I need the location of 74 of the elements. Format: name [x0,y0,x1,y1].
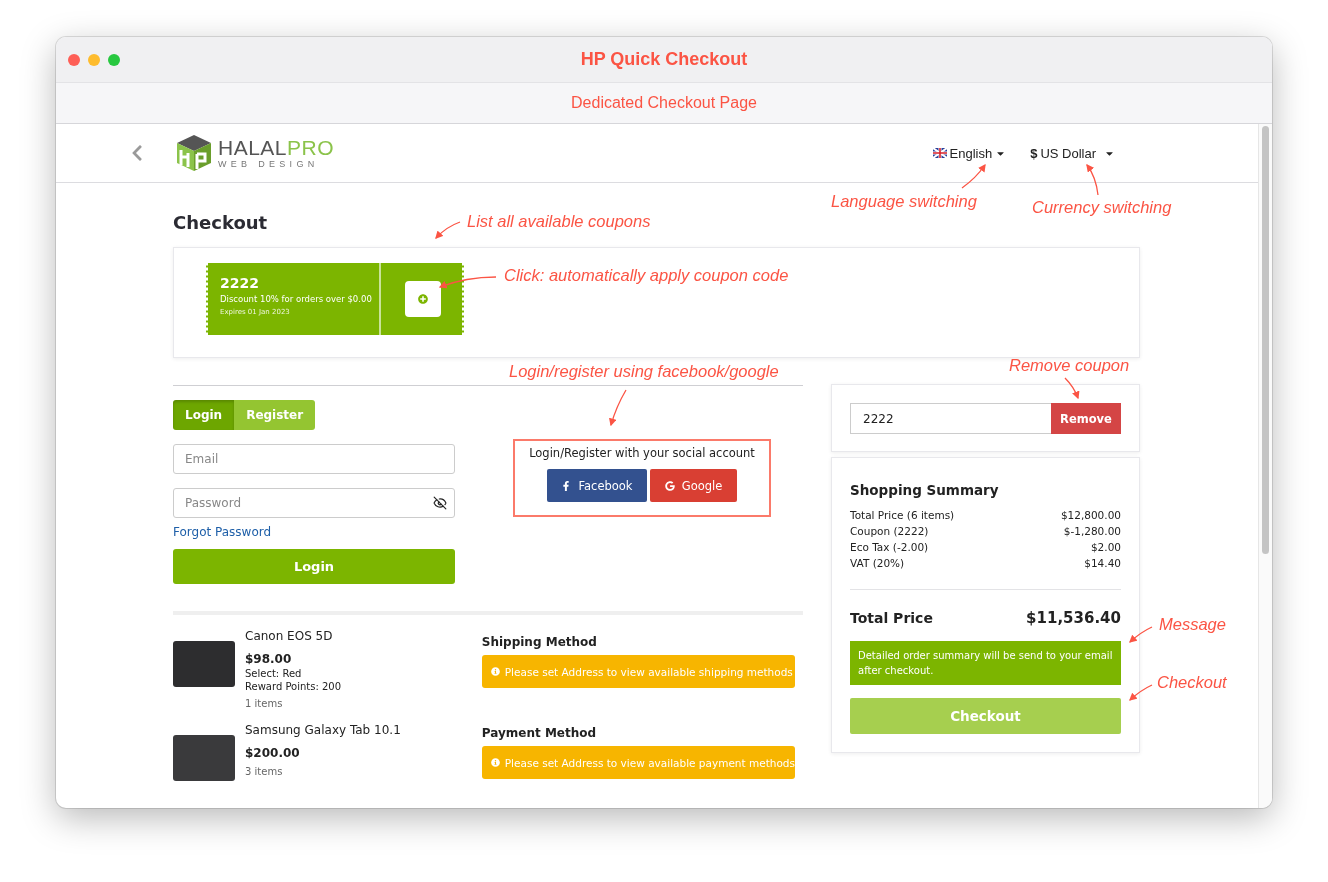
email-field[interactable]: Email [173,444,455,474]
summary-value: $14.40 [1084,557,1121,569]
social-login-prompt: Login/Register with your social account [529,446,755,460]
product-option: Reward Points: 200 [245,681,342,692]
eye-off-icon[interactable] [433,496,447,510]
flag-icon [932,148,947,158]
auth-tab[interactable]: Login [173,400,235,430]
plus-icon [417,294,428,304]
summary-label: VAT (20%) [850,557,905,569]
remove-coupon-button[interactable]: Remove [1051,403,1121,434]
logo-cube-icon [176,134,212,172]
annotation-note: Click: automatically apply coupon code [504,266,789,285]
info-message: Detailed order summary will be send to your email after checkout. [850,641,1121,685]
facebook-icon [561,480,572,491]
annotation-arrow [1086,163,1099,196]
summary-label: Eco Tax (-2.00) [850,541,929,553]
summary-value: $12,800.00 [1060,509,1121,521]
product-quantity: 3 items [245,766,284,777]
annotation-note: Currency switching [1032,198,1172,217]
coupon-code: 2222 [220,275,260,291]
product-name: Samsung Galaxy Tab 10.1 [245,723,401,737]
product-option: Select: Red [245,668,342,679]
apply-coupon-button[interactable] [404,281,441,317]
annotation-note: List all available coupons [467,212,651,231]
total-value: $11,536.40 [1026,609,1121,627]
info-icon [490,667,500,676]
photo-placeholder [173,735,235,781]
coupon-field[interactable]: 2222 [850,403,1051,434]
photo-placeholder [173,641,235,687]
password-field[interactable]: Password [173,488,455,518]
window-title: HP Quick Checkout [580,49,748,70]
info-icon [490,758,500,767]
annotation-note: Login/register using facebook/google [509,362,779,381]
summary-title: Shopping Summary [850,482,1000,498]
annotation-note: Message [1159,615,1226,634]
method-title: Shipping Method [481,635,598,649]
annotation-arrow [961,163,986,189]
window-subtitle: Dedicated Checkout Page [571,94,757,112]
currency-dropdown[interactable]: $ US Dollar [1030,145,1115,161]
scrollbar[interactable] [1258,124,1272,808]
logo-wordmark: HALALPRO [218,137,335,158]
annotation-arrow [1129,684,1153,701]
annotation-arrow [609,389,627,427]
product-name: Canon EOS 5D [245,629,334,643]
annotation-arrow [1129,626,1153,643]
summary-label: Total Price (6 items) [850,509,955,521]
close-icon[interactable] [68,54,80,66]
product-quantity: 1 items [245,698,284,709]
annotation-arrow [435,221,461,239]
notice-text: Please set Address to view available payment methods [504,756,795,769]
notice-text: Please set Address to view available shipping methods [504,665,793,678]
method-title: Payment Method [481,726,598,740]
google-login-button[interactable]: Google [650,469,737,502]
summary-value: $-1,280.00 [1063,525,1121,537]
facebook-login-button[interactable]: Facebook [547,469,647,502]
total-label: Total Price [850,610,933,626]
forgot-password-link[interactable]: Forgot Password [173,525,272,539]
logo-tagline: WEB DESIGN [218,160,320,169]
annotation-arrow [1064,377,1080,400]
annotation-note: Remove coupon [1009,356,1130,375]
page-heading: Checkout [173,212,268,233]
coupon-description: Discount 10% for orders over $0.00 [220,294,373,304]
annotation-arrow [438,276,497,289]
maximize-icon[interactable] [108,54,120,66]
product-price: $200.00 [245,746,301,760]
login-button[interactable]: Login [173,549,455,584]
annotation-note: Language switching [831,192,977,211]
minimize-icon[interactable] [88,54,100,66]
language-dropdown[interactable]: English [932,145,1007,161]
product-price: $98.00 [245,652,293,666]
google-icon [664,480,675,491]
summary-label: Coupon (2222) [850,525,929,537]
annotation-note: Checkout [1157,673,1227,692]
summary-value: $2.00 [1090,541,1121,553]
